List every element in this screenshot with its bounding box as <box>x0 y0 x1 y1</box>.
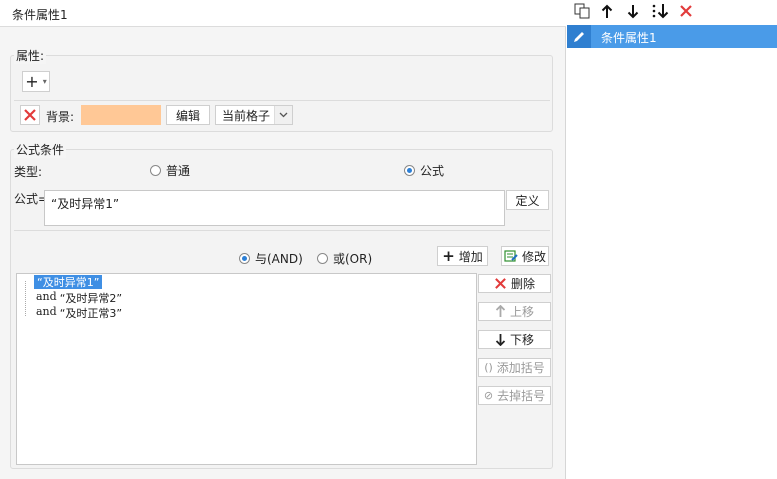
title-bar: 条件属性1 <box>0 0 566 27</box>
chevron-down-icon <box>274 106 292 124</box>
tree-item-selected[interactable]: “及时异常1” <box>34 275 103 289</box>
tree-item[interactable]: and “及时正常3” <box>36 305 122 321</box>
arrow-up-icon[interactable] <box>598 2 616 20</box>
edit-list-icon <box>504 250 518 262</box>
edit-background-button[interactable]: 编辑 <box>166 105 210 125</box>
radio-checked-icon <box>239 253 250 264</box>
scope-select-value: 当前格子 <box>222 108 271 123</box>
condition-editor-panel: 条件属性1 属性: + ▾ 背景: 编辑 当前格子 公式条件 类型: 普通 公式… <box>0 0 566 479</box>
delete-condition-button[interactable]: 删除 <box>478 274 551 293</box>
pencil-icon <box>567 25 591 48</box>
add-attribute-button[interactable]: + ▾ <box>22 71 50 92</box>
chevron-down-icon: ▾ <box>42 77 47 86</box>
tree-item-operator: and <box>36 305 57 318</box>
condition-list-item-label: 条件属性1 <box>601 31 657 45</box>
add-parenthesis-button[interactable]: () 添加括号 <box>478 358 551 377</box>
attributes-label: 属性: <box>14 47 47 64</box>
or-radio[interactable]: 或(OR) <box>317 250 372 267</box>
tree-item-text: “及时异常2” <box>59 292 123 305</box>
close-icon <box>495 278 506 289</box>
move-down-button[interactable]: 下移 <box>478 330 551 349</box>
formula-group-label: 公式条件 <box>14 141 67 158</box>
remove-parenthesis-button[interactable]: ⊘ 去掉括号 <box>478 386 551 405</box>
remove-parenthesis-label: 去掉括号 <box>497 389 546 403</box>
close-icon <box>24 109 36 121</box>
arrow-down-icon <box>495 334 506 346</box>
tree-line <box>25 281 26 316</box>
arrow-up-icon <box>495 305 506 317</box>
condition-list-panel <box>567 0 777 479</box>
arrow-down-icon[interactable] <box>624 2 642 20</box>
tree-item-text: “及时异常1” <box>37 276 100 289</box>
type-label: 类型: <box>14 165 43 179</box>
plus-icon: + <box>442 246 455 265</box>
type-formula-radio[interactable]: 公式 <box>404 162 444 179</box>
move-down-label: 下移 <box>509 333 534 347</box>
type-normal-label: 普通 <box>166 164 191 178</box>
move-up-button[interactable]: 上移 <box>478 302 551 321</box>
radio-checked-icon <box>404 165 415 176</box>
type-normal-radio[interactable]: 普通 <box>150 162 190 179</box>
scope-select[interactable]: 当前格子 <box>215 105 293 125</box>
formula-input[interactable]: “及时异常1” <box>44 190 505 226</box>
or-label: 或(OR) <box>333 252 373 266</box>
delete-attribute-button[interactable] <box>20 105 40 125</box>
background-label: 背景: <box>46 110 75 124</box>
add-condition-button[interactable]: + 增加 <box>437 246 488 266</box>
delete-label: 删除 <box>510 277 535 291</box>
modify-condition-button[interactable]: 修改 <box>501 246 549 266</box>
radio-icon <box>150 165 161 176</box>
condition-list-item-selected[interactable]: 条件属性1 <box>567 25 777 48</box>
radio-icon <box>317 253 328 264</box>
add-parenthesis-label: 添加括号 <box>496 361 545 375</box>
panel-title: 条件属性1 <box>12 8 68 22</box>
add-attribute-label: + <box>25 72 39 91</box>
parenthesis-icon: () <box>484 361 493 374</box>
conditions-tree[interactable]: “及时异常1” and “及时异常2” and “及时正常3” <box>16 273 477 465</box>
move-up-label: 上移 <box>509 305 534 319</box>
type-formula-label: 公式 <box>420 164 445 178</box>
add-condition-label: 增加 <box>458 249 483 264</box>
and-label: 与(AND) <box>255 252 303 266</box>
tree-item[interactable]: and “及时异常2” <box>36 290 122 306</box>
remove-parenthesis-icon: ⊘ <box>483 389 494 402</box>
background-color-swatch[interactable] <box>81 105 161 125</box>
close-icon[interactable] <box>677 2 695 20</box>
formula-label: 公式= <box>14 192 49 206</box>
tree-item-operator: and <box>36 290 57 303</box>
tree-item-text: “及时正常3” <box>59 307 123 320</box>
divider <box>14 230 550 231</box>
move-to-bottom-icon[interactable] <box>650 2 672 20</box>
copy-icon[interactable] <box>573 2 591 20</box>
define-button[interactable]: 定义 <box>506 190 549 210</box>
and-radio[interactable]: 与(AND) <box>239 250 303 267</box>
formula-input-value: “及时异常1” <box>51 197 120 211</box>
modify-condition-label: 修改 <box>521 249 546 264</box>
